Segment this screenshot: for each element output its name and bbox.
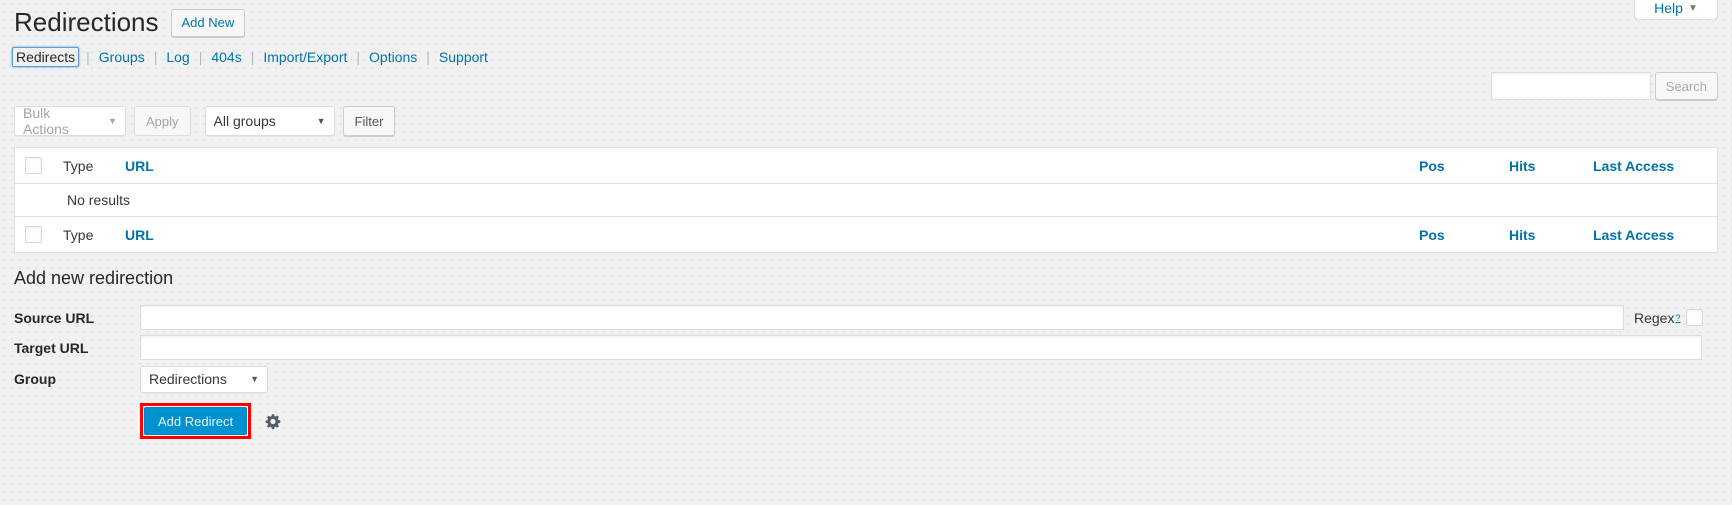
add-redirect-highlight: Add Redirect bbox=[140, 403, 252, 439]
target-url-label: Target URL bbox=[14, 339, 89, 356]
select-all-checkbox[interactable] bbox=[25, 157, 42, 174]
column-footer-last-access[interactable]: Last Access bbox=[1593, 217, 1718, 253]
bulk-actions-select[interactable]: Bulk Actions ▼ bbox=[14, 105, 126, 137]
column-footer-url-label[interactable]: URL bbox=[125, 227, 154, 243]
chevron-down-icon: ▼ bbox=[1687, 3, 1698, 14]
chevron-down-icon: ▼ bbox=[250, 374, 259, 384]
source-url-label: Source URL bbox=[14, 309, 95, 326]
select-all-footer-header bbox=[15, 217, 64, 253]
column-header-type: Type bbox=[63, 148, 125, 184]
chevron-down-icon: ▼ bbox=[108, 116, 117, 126]
group-select-value: Redirections bbox=[149, 371, 227, 387]
chevron-down-icon: ▼ bbox=[316, 116, 326, 126]
bulk-actions-label: Bulk Actions bbox=[23, 105, 69, 137]
table-toolbar: Bulk Actions ▼ Apply All groups ▼ Filter bbox=[14, 105, 396, 137]
subnav-separator: | bbox=[356, 49, 361, 65]
column-header-last-access[interactable]: Last Access bbox=[1593, 148, 1718, 184]
table-foot: Type URL Pos Hits Last Access bbox=[14, 216, 1718, 253]
empty-message-cell: No results bbox=[63, 184, 1718, 217]
empty-cell-spacer bbox=[15, 184, 64, 217]
subnav-item-log[interactable]: Log bbox=[164, 48, 191, 66]
gear-icon[interactable] bbox=[265, 413, 282, 430]
group-select[interactable]: Redirections ▼ bbox=[140, 365, 268, 393]
target-url-row: Target URL bbox=[14, 333, 1718, 362]
select-all-checkbox-footer[interactable] bbox=[25, 226, 42, 243]
column-header-hits-label[interactable]: Hits bbox=[1509, 158, 1535, 174]
search-input[interactable] bbox=[1490, 72, 1651, 100]
column-footer-hits-label[interactable]: Hits bbox=[1509, 227, 1535, 243]
column-header-pos-label[interactable]: Pos bbox=[1419, 158, 1445, 174]
table-head: Type URL Pos Hits Last Access bbox=[14, 148, 1718, 184]
column-footer-pos[interactable]: Pos bbox=[1419, 217, 1509, 253]
subnav-item-options[interactable]: Options bbox=[367, 48, 419, 66]
regex-group: Regex? bbox=[1634, 309, 1704, 326]
subnav-separator: | bbox=[426, 49, 430, 65]
search-button[interactable]: Search bbox=[1654, 72, 1718, 100]
column-header-url-label[interactable]: URL bbox=[125, 158, 154, 174]
page-title: Redirections bbox=[14, 7, 159, 37]
subnav-item-import-export[interactable]: Import/Export bbox=[261, 48, 349, 66]
subnav-item-redirects[interactable]: Redirects bbox=[12, 47, 80, 67]
column-header-url[interactable]: URL bbox=[125, 148, 1419, 184]
help-tab-label: Help bbox=[1654, 0, 1683, 16]
regex-label: Regex bbox=[1634, 309, 1675, 326]
subnav-separator: | bbox=[153, 49, 158, 65]
column-footer-type: Type bbox=[63, 217, 125, 253]
redirects-table: Type URL Pos Hits Last Access No results… bbox=[14, 147, 1718, 253]
column-header-last-access-label[interactable]: Last Access bbox=[1593, 158, 1674, 174]
subnav-separator: | bbox=[86, 49, 90, 65]
page-header: Redirections Add New bbox=[14, 6, 246, 40]
source-url-input[interactable] bbox=[140, 305, 1624, 330]
table-footer-row: Type URL Pos Hits Last Access bbox=[14, 216, 1718, 253]
submit-row: Add Redirect bbox=[14, 403, 1718, 439]
admin-page: Help ▼ Redirections Add New Redirects | … bbox=[0, 0, 1732, 505]
source-url-row: Source URL Regex? bbox=[14, 303, 1718, 332]
help-tab[interactable]: Help ▼ bbox=[1634, 0, 1718, 20]
column-footer-hits[interactable]: Hits bbox=[1509, 217, 1593, 253]
column-header-hits[interactable]: Hits bbox=[1509, 148, 1593, 184]
filter-button[interactable]: Filter bbox=[342, 106, 396, 136]
column-footer-pos-label[interactable]: Pos bbox=[1419, 227, 1445, 243]
search-box: Search bbox=[1490, 72, 1718, 100]
apply-button[interactable]: Apply bbox=[134, 106, 191, 136]
column-header-type-label: Type bbox=[63, 157, 94, 174]
group-filter-label: All groups bbox=[213, 113, 276, 129]
subnav-item-404s[interactable]: 404s bbox=[209, 48, 243, 66]
add-redirect-button[interactable]: Add Redirect bbox=[144, 407, 248, 435]
no-results-message: No results bbox=[67, 192, 131, 208]
table-header-row: Type URL Pos Hits Last Access bbox=[14, 148, 1718, 184]
regex-help-icon[interactable]: ? bbox=[1675, 313, 1680, 323]
subnav-item-support[interactable]: Support bbox=[437, 48, 490, 66]
group-label: Group bbox=[14, 371, 56, 387]
column-footer-type-label: Type bbox=[63, 226, 94, 243]
subnav-separator: | bbox=[198, 49, 203, 65]
subnav: Redirects | Groups | Log | 404s | Import… bbox=[12, 47, 490, 67]
column-header-pos[interactable]: Pos bbox=[1419, 148, 1509, 184]
subnav-item-groups[interactable]: Groups bbox=[97, 48, 147, 66]
column-footer-last-access-label[interactable]: Last Access bbox=[1593, 227, 1674, 243]
table-row-empty: No results bbox=[15, 184, 1718, 217]
group-row: Group Redirections ▼ bbox=[14, 363, 1718, 395]
add-redirection-title: Add new redirection bbox=[14, 268, 174, 288]
select-all-header bbox=[15, 148, 64, 184]
group-filter-select[interactable]: All groups ▼ bbox=[204, 106, 335, 136]
regex-checkbox[interactable] bbox=[1686, 309, 1704, 326]
table-body: No results bbox=[15, 184, 1718, 217]
column-footer-url[interactable]: URL bbox=[125, 217, 1419, 253]
target-url-input[interactable] bbox=[140, 335, 1702, 360]
add-redirection-form: Source URL Regex? Target URL Group Redir… bbox=[14, 303, 1718, 439]
subnav-separator: | bbox=[250, 49, 255, 65]
add-new-button[interactable]: Add New bbox=[170, 8, 246, 38]
